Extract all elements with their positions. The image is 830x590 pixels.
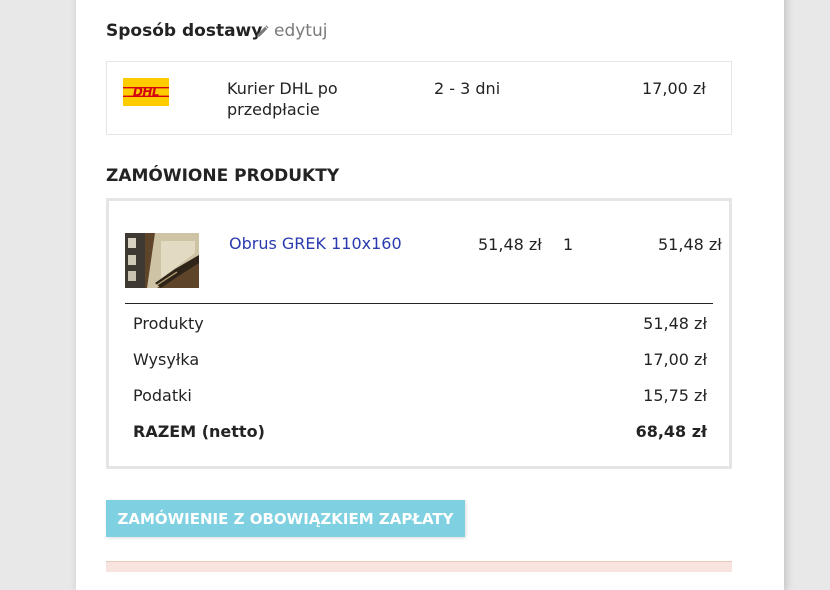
product-thumbnail[interactable] [125,233,199,288]
pencil-icon [257,24,269,37]
delivery-time: 2 - 3 dni [434,79,501,98]
product-quantity: 1 [563,235,574,254]
product-total: 51,48 zł [658,235,722,254]
summary-tax-label: Podatki [133,386,192,405]
order-products-table: Obrus GREK 110x160 51,48 zł 1 51,48 zł P… [106,198,732,469]
product-name-link[interactable]: Obrus GREK 110x160 [229,234,402,253]
delivery-price: 17,00 zł [642,79,706,98]
product-unit-price: 51,48 zł [478,235,542,254]
delivery-option: DHL Kurier DHL po przedpłacie 2 - 3 dni … [106,61,732,135]
summary-tax-value: 15,75 zł [643,386,707,405]
notice-box [106,561,732,572]
delivery-heading: Sposób dostawy [106,21,263,41]
edit-label: edytuj [274,21,328,41]
products-heading: ZAMÓWIONE PRODUKTY [106,166,340,186]
summary-products-label: Produkty [133,314,204,333]
summary-divider [125,303,713,304]
summary-products-value: 51,48 zł [643,314,707,333]
place-order-button[interactable]: ZAMÓWIENIE Z OBOWIĄZKIEM ZAPŁATY [106,500,465,537]
summary-shipping-value: 17,00 zł [643,350,707,369]
summary-total-value: 68,48 zł [635,422,707,441]
edit-delivery-link[interactable]: edytuj [256,21,327,41]
dhl-logo: DHL [123,78,169,106]
dhl-logo-text: DHL [132,85,160,99]
summary-total-label: RAZEM (netto) [133,422,265,441]
summary-shipping-label: Wysyłka [133,350,200,369]
carrier-name: Kurier DHL po przedpłacie [227,79,338,119]
